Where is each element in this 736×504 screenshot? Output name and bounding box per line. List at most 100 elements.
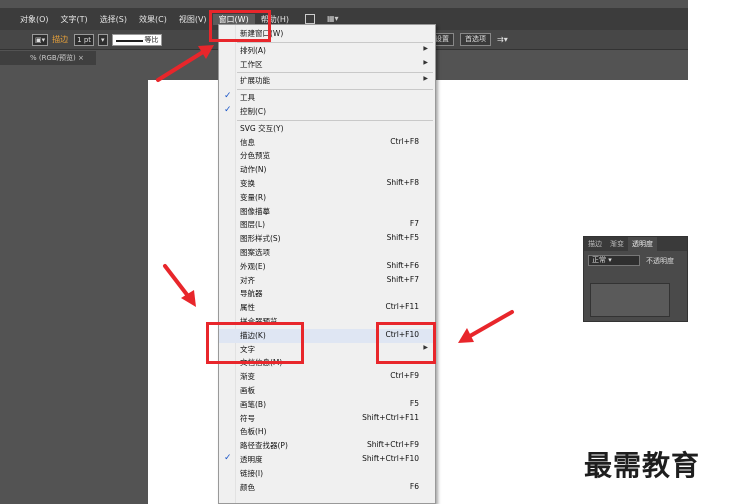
menu-item-label: 工具 <box>240 93 255 103</box>
blend-mode-select[interactable]: 正常 ▾ <box>588 255 640 266</box>
menu-item-label: 图案选项 <box>240 248 270 257</box>
menu-item[interactable]: ✓ 透明度 Shift+Ctrl+F10 <box>219 453 435 467</box>
menu-item[interactable]: ✓ 工具 <box>219 91 435 105</box>
menu-item-label: 控制(C) <box>240 107 267 116</box>
menu-item-shortcut: Shift+Ctrl+F9 <box>366 440 419 450</box>
menu-item-shortcut: Ctrl+F9 <box>390 371 419 381</box>
menu-item-label: 属性 <box>240 303 255 313</box>
tab-stroke[interactable]: 描边 <box>584 237 606 251</box>
menu-item[interactable]: 导航器 <box>219 287 435 301</box>
menu-item-label: 对齐 <box>240 275 255 285</box>
menu-item-label: 符号 <box>240 413 255 423</box>
window-menu-dropdown: 新建窗口(W) 排列(A) ▶ 工作区 ▶ 扩展功能 ▶ ✓ 工具 ✓ 控制(C) SVG 交互(Y)… <box>218 24 436 504</box>
menu-item[interactable]: 路径查找器(P) Shift+Ctrl+F9 <box>219 439 435 453</box>
menu-item[interactable]: 渐变 Ctrl+F9 <box>219 370 435 384</box>
menu-item-shortcut: Ctrl+F11 <box>385 302 420 312</box>
menu-item-shortcut: Shift+F5 <box>386 233 419 243</box>
submenu-arrow-icon: ▶ <box>423 44 428 52</box>
menu-item-label: 信息 <box>240 137 255 147</box>
blend-mode-value: 正常 <box>592 256 606 264</box>
bridge-icon[interactable] <box>304 14 315 24</box>
menu-item-shortcut: Ctrl+F8 <box>390 136 419 146</box>
menu-item-shortcut: F6 <box>409 481 419 491</box>
menu-item[interactable]: 链接(I) <box>219 467 435 481</box>
menu-item[interactable]: 动作(N) <box>219 163 435 177</box>
menu-item[interactable]: 图像描摹 <box>219 205 435 219</box>
tab-gradient[interactable]: 渐变 <box>606 237 628 251</box>
menu-item-shortcut: F5 <box>409 398 419 408</box>
transparency-panel: 描边 渐变 透明度 正常 ▾ 不透明度 <box>583 236 688 322</box>
workspace-icon[interactable]: ▦▾ <box>327 14 341 24</box>
watermark-logo: 最需教育 <box>584 449 701 482</box>
blend-row: 正常 ▾ 不透明度 <box>584 251 687 270</box>
control-bar-right: 设置 首选项 ⇉▾ <box>430 33 508 46</box>
menu-item-label: 链接(I) <box>240 468 264 478</box>
stroke-weight-dropdown[interactable]: ▾ <box>98 33 108 46</box>
menu-item[interactable]: ✓ 控制(C) <box>219 105 435 119</box>
menu-item[interactable]: 画板 <box>219 384 435 398</box>
checkmark-icon: ✓ <box>224 453 232 463</box>
menu-item[interactable]: 分色预览 <box>219 149 435 163</box>
menu-item[interactable]: 图层(L) F7 <box>219 218 435 232</box>
menu-item[interactable]: 变换 Shift+F8 <box>219 177 435 191</box>
stroke-style-dropdown[interactable]: 等比 <box>111 33 162 46</box>
menu-item[interactable]: 工作区 ▶ <box>219 58 435 72</box>
menu-item[interactable]: SVG 交互(Y) <box>219 122 435 136</box>
menu-item[interactable]: 符号 Shift+Ctrl+F11 <box>219 412 435 426</box>
menu-item-shortcut: F7 <box>409 219 419 229</box>
annotation-box-window-menu <box>209 10 271 42</box>
annotation-box-stroke-item <box>206 322 304 364</box>
menu-item-label: SVG 交互(Y) <box>240 123 284 133</box>
menu-item[interactable]: 属性 Ctrl+F11 <box>219 301 435 315</box>
menu-item[interactable]: 色板(H) <box>219 425 435 439</box>
tab-transparency[interactable]: 透明度 <box>628 237 657 251</box>
menu-item-label: 变换 <box>240 179 255 188</box>
fill-swatch[interactable]: ▣▾ <box>32 33 49 46</box>
menu-5[interactable]: 视图(V) <box>173 14 213 25</box>
document-tab-label: % (RGB/预览) <box>30 54 76 62</box>
stroke-weight-field[interactable]: 1 pt <box>74 33 95 46</box>
menu-item-label: 工作区 <box>240 59 263 69</box>
stroke-style-label: 等比 <box>144 35 159 44</box>
stroke-label[interactable]: 描边 <box>52 34 68 45</box>
opacity-mask-thumbnail[interactable] <box>590 283 670 317</box>
menu-item[interactable]: 外观(E) Shift+F6 <box>219 260 435 274</box>
menu-item-label: 渐变 <box>240 372 255 382</box>
menu-3[interactable]: 选择(S) <box>94 14 133 25</box>
menu-1[interactable]: 对象(O) <box>14 14 55 25</box>
menu-item-label: 外观(E) <box>240 261 266 271</box>
menu-item-label: 颜色 <box>240 482 255 492</box>
menu-item-label: 图形样式(S) <box>240 234 281 244</box>
menu-item[interactable]: 信息 Ctrl+F8 <box>219 136 435 150</box>
menu-item[interactable]: 图形样式(S) Shift+F5 <box>219 232 435 246</box>
arrange-icon[interactable]: ⇉▾ <box>497 33 508 46</box>
menu-item-label: 排列(A) <box>240 45 266 55</box>
checkmark-icon: ✓ <box>224 91 232 102</box>
checkmark-icon: ✓ <box>224 105 232 115</box>
menu-item[interactable]: 画笔(B) F5 <box>219 398 435 412</box>
menu-item-label: 画板 <box>240 386 255 395</box>
menu-item[interactable]: 颜色 F6 <box>219 481 435 495</box>
menu-2[interactable]: 文字(T) <box>55 14 94 25</box>
menu-item[interactable]: 扩展功能 ▶ <box>219 74 435 88</box>
document-tab[interactable]: % (RGB/预览) × <box>0 51 96 65</box>
menu-item[interactable]: 对齐 Shift+F7 <box>219 274 435 288</box>
menu-item-shortcut: Shift+F6 <box>386 260 419 270</box>
menu-item-label: 导航器 <box>240 289 263 299</box>
menu-item[interactable]: 图案选项 <box>219 246 435 260</box>
menu-item[interactable]: 排列(A) ▶ <box>219 44 435 58</box>
menu-item-shortcut: Shift+F7 <box>386 274 419 284</box>
preferences-button[interactable]: 首选项 <box>460 33 491 46</box>
menu-item-label: 画笔(B) <box>240 399 266 409</box>
menu-separator <box>237 72 433 74</box>
menu-4[interactable]: 效果(C) <box>133 14 173 25</box>
menu-item-shortcut: Shift+Ctrl+F10 <box>362 454 419 463</box>
submenu-arrow-icon: ▶ <box>423 58 428 66</box>
menu-item-label: 动作(N) <box>240 165 267 175</box>
annotation-box-shortcut <box>376 322 436 364</box>
menu-item-shortcut: Shift+F8 <box>386 178 419 187</box>
menu-item-label: 透明度 <box>240 455 263 464</box>
panel-tabs: 描边 渐变 透明度 <box>584 237 687 251</box>
menu-item[interactable]: 变量(R) <box>219 191 435 205</box>
close-icon[interactable]: × <box>78 54 84 62</box>
